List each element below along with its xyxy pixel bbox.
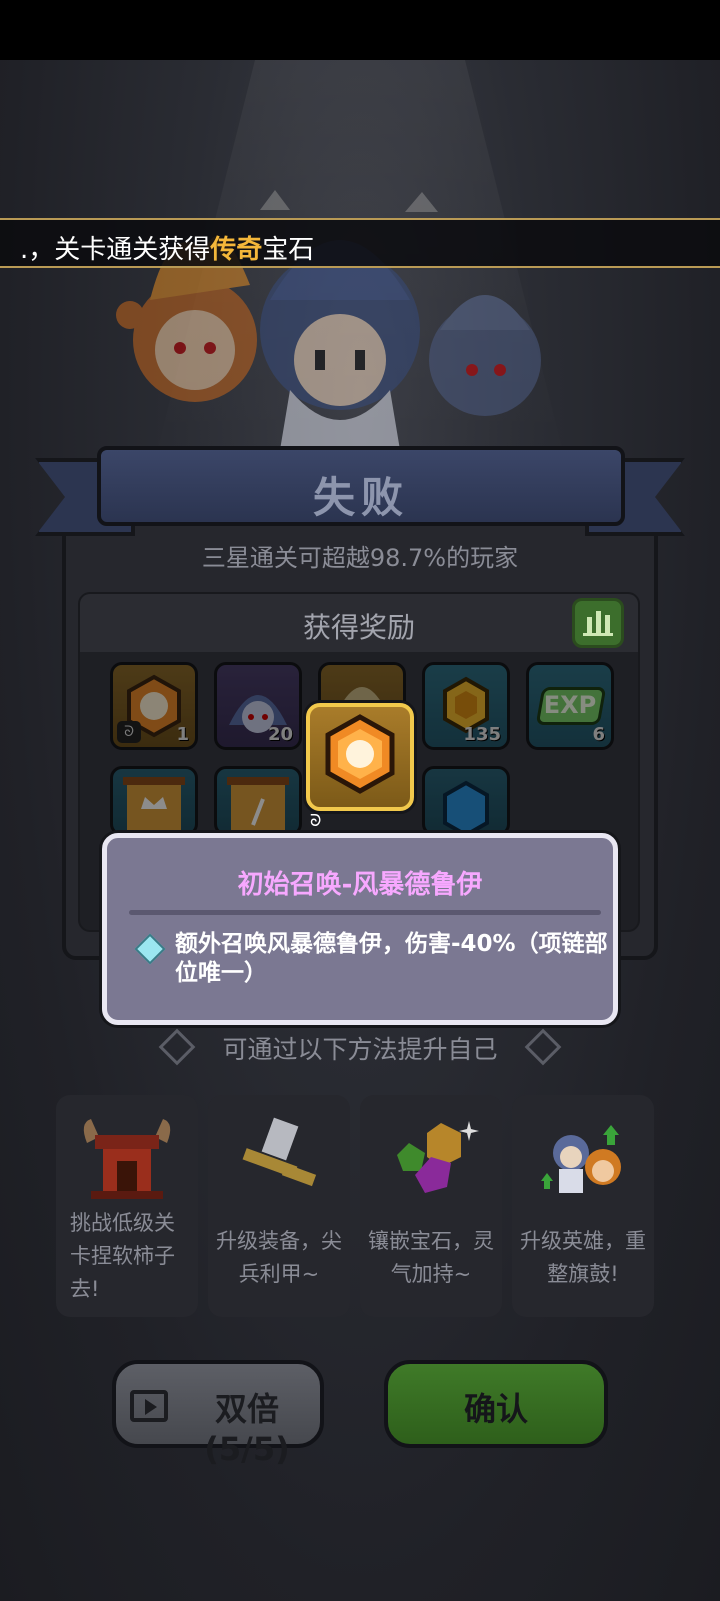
confirm-button[interactable]: 确认 bbox=[384, 1360, 608, 1448]
reward-item-hero-shard[interactable]: 20 bbox=[214, 662, 302, 750]
reward-item-exp[interactable]: EXP 6 bbox=[526, 662, 614, 750]
tooltip-title: 初始召唤-风暴德鲁伊 bbox=[237, 870, 483, 900]
double-reward-label: 双倍(5/5) bbox=[204, 1390, 290, 1468]
improve-card-equipment[interactable]: 升级装备，尖兵利甲~ bbox=[208, 1095, 350, 1317]
ticker-highlight: 传奇 bbox=[210, 235, 263, 265]
tooltip-divider bbox=[129, 910, 601, 915]
result-title: 失败 bbox=[312, 473, 409, 522]
crown-scroll-icon bbox=[123, 777, 185, 833]
improve-card-text: 升级英雄，重整旗鼓! bbox=[520, 1229, 646, 1286]
gate-icon bbox=[83, 1119, 171, 1199]
result-subtitle: 三星通关可超越98.7%的玩家 bbox=[201, 544, 519, 572]
improve-card-text: 升级装备，尖兵利甲~ bbox=[216, 1229, 342, 1286]
ticker-suffix: 宝石 bbox=[262, 235, 315, 265]
reward-item-gold-coin[interactable]: 135 bbox=[422, 662, 510, 750]
announcement-ticker: .，关卡通关获得传奇宝石 bbox=[0, 218, 720, 268]
stats-button[interactable] bbox=[572, 598, 624, 648]
reward-item-legend-gem[interactable]: ᘐ 1 bbox=[110, 662, 198, 750]
improve-card-challenge[interactable]: 挑战低级关卡捏软柿子去! bbox=[56, 1095, 198, 1317]
reward-count: 135 bbox=[463, 724, 501, 745]
rewards-header: 获得奖励 bbox=[80, 594, 638, 652]
selected-reward-item[interactable]: ᘐ bbox=[306, 703, 414, 830]
reward-count: 6 bbox=[592, 724, 605, 745]
confirm-label: 确认 bbox=[463, 1390, 528, 1428]
reward-count: 1 bbox=[176, 724, 189, 745]
reward-item-blue-gem[interactable] bbox=[422, 766, 510, 836]
stats-icon bbox=[587, 617, 592, 633]
stats-icon bbox=[596, 611, 601, 633]
tv-icon bbox=[130, 1390, 168, 1422]
ticker-text: .，关卡通关获得传奇宝石 bbox=[20, 229, 314, 266]
equipment-icon bbox=[242, 1117, 317, 1187]
staff-scroll-icon bbox=[227, 777, 289, 833]
gems-icon bbox=[397, 1121, 479, 1193]
reward-item-scroll-crown[interactable] bbox=[110, 766, 198, 836]
stats-icon bbox=[605, 615, 610, 633]
reward-item-scroll-staff[interactable] bbox=[214, 766, 302, 836]
improve-title: 可通过以下方法提升自己 bbox=[222, 1035, 498, 1064]
legend-gem-icon bbox=[325, 714, 395, 794]
diamond-bullet-icon bbox=[134, 933, 166, 965]
rewards-title: 获得奖励 bbox=[302, 611, 415, 644]
necklace-slot-icon: ᘐ bbox=[117, 721, 141, 743]
exp-label: EXP bbox=[543, 691, 597, 719]
improve-card-heroes[interactable]: 升级英雄，重整旗鼓! bbox=[512, 1095, 654, 1317]
reward-count: 20 bbox=[267, 724, 293, 745]
necklace-slot-icon: ᘐ bbox=[310, 811, 322, 830]
item-tooltip: 初始召唤-风暴德鲁伊 额外召唤风暴德鲁伊，伤害-40%（项链部位唯一） bbox=[102, 833, 618, 1025]
status-bar bbox=[0, 0, 720, 60]
double-reward-button[interactable]: 双倍(5/5) bbox=[112, 1360, 324, 1468]
improve-card-text: 挑战低级关卡捏软柿子去! bbox=[70, 1211, 175, 1301]
improve-card-gems[interactable]: 镶嵌宝石，灵气加持~ bbox=[360, 1095, 502, 1317]
tooltip-description: 额外召唤风暴德鲁伊，伤害-40%（项链部位唯一） bbox=[175, 931, 608, 986]
heroes-upgrade-icon bbox=[541, 1125, 621, 1193]
ticker-prefix: .，关卡通关获得 bbox=[20, 235, 211, 265]
stats-icon bbox=[583, 633, 613, 636]
improve-card-text: 镶嵌宝石，灵气加持~ bbox=[368, 1229, 494, 1286]
result-banner: 失败 bbox=[97, 446, 625, 526]
blue-gem-icon bbox=[443, 780, 489, 833]
